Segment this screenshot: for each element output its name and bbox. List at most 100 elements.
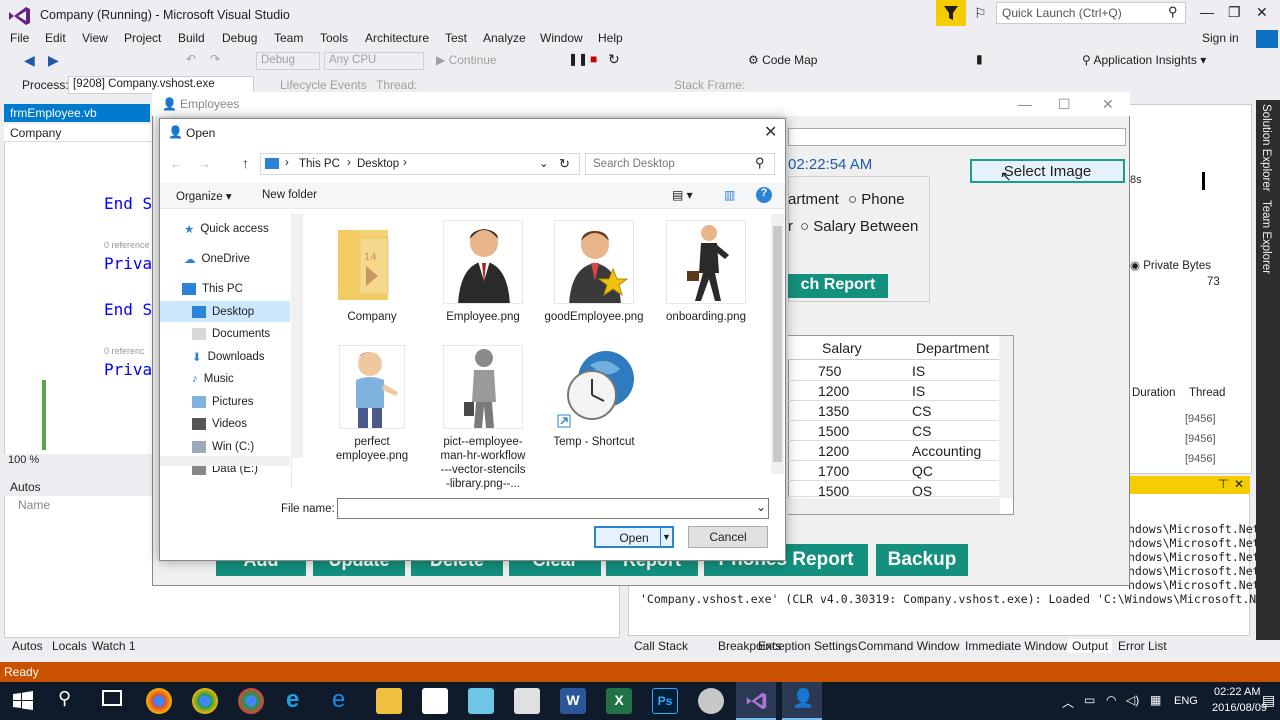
document-tab-frmemployee[interactable]: frmEmployee.vb xyxy=(4,104,150,122)
edge-icon[interactable]: e xyxy=(332,686,345,714)
minimize-icon[interactable]: — xyxy=(1200,4,1214,20)
up-icon[interactable]: ↑ xyxy=(242,155,249,171)
close-icon[interactable]: ✕ xyxy=(1102,96,1114,113)
menu-analyze[interactable]: Analyze xyxy=(483,31,526,45)
close-icon[interactable]: ✕ xyxy=(1234,477,1244,491)
code-navigation-bar[interactable]: Company xyxy=(4,124,154,142)
file-item-employee-png[interactable]: Employee.png xyxy=(429,220,537,324)
photoshop-icon[interactable]: Ps xyxy=(652,688,678,714)
preview-pane-icon[interactable]: ▥ xyxy=(724,188,735,202)
feedback-funnel-icon[interactable] xyxy=(936,0,966,26)
chevron-down-icon[interactable]: ⌄ xyxy=(756,500,766,514)
word-icon[interactable]: W xyxy=(560,688,586,714)
tab-watch-1[interactable]: Watch 1 xyxy=(92,639,136,653)
refresh-icon[interactable]: ↻ xyxy=(559,156,570,172)
file-name-input[interactable] xyxy=(337,498,769,519)
menu-edit[interactable]: Edit xyxy=(45,31,66,45)
tab-command-window[interactable]: Command Window xyxy=(858,639,959,653)
forward-icon[interactable]: → xyxy=(198,156,211,171)
table-row[interactable]: 1500 OS xyxy=(788,481,1000,497)
solution-platform-select[interactable]: Any CPU xyxy=(324,52,424,70)
nav-pictures[interactable]: Pictures xyxy=(192,392,254,412)
menu-help[interactable]: Help xyxy=(598,31,623,45)
file-item-company[interactable]: 14 Company xyxy=(318,220,426,324)
file-item-onboarding-png[interactable]: onboarding.png xyxy=(652,220,760,324)
restore-icon[interactable]: ❐ xyxy=(1228,4,1241,21)
chevron-right-icon[interactable]: › xyxy=(347,157,351,169)
menu-project[interactable]: Project xyxy=(124,31,161,45)
help-icon[interactable]: ? xyxy=(756,187,772,203)
autos-column-name[interactable]: Name xyxy=(18,498,50,512)
menu-architecture[interactable]: Architecture xyxy=(365,31,429,45)
close-icon[interactable]: ✕ xyxy=(1256,4,1268,21)
nav-onedrive[interactable]: ☁ OneDrive xyxy=(184,249,250,269)
search-icon[interactable]: ⚲ xyxy=(58,688,71,709)
tab-team-explorer[interactable]: Team Explorer xyxy=(1260,200,1272,274)
tab-immediate-window[interactable]: Immediate Window xyxy=(965,639,1067,653)
menu-view[interactable]: View xyxy=(82,31,108,45)
grid-header-department[interactable]: Department xyxy=(916,340,989,356)
menu-debug[interactable]: Debug xyxy=(222,31,257,45)
chrome-icon[interactable] xyxy=(146,688,172,714)
menu-build[interactable]: Build xyxy=(178,31,205,45)
tab-error-list[interactable]: Error List xyxy=(1118,639,1167,653)
close-icon[interactable]: ✕ xyxy=(764,122,777,142)
table-row[interactable]: 1500 CS xyxy=(788,421,1000,441)
chevron-right-icon[interactable]: › xyxy=(403,157,407,169)
clock-date[interactable]: 2016/08/09 xyxy=(1212,702,1267,714)
language-indicator[interactable]: ENG xyxy=(1174,695,1198,707)
excel-icon[interactable]: X xyxy=(606,688,632,714)
files-scrollbar[interactable] xyxy=(771,214,784,474)
nav-documents[interactable]: Documents xyxy=(192,324,270,344)
application-insights-button[interactable]: ⚲ Application Insights ▾ xyxy=(1082,53,1206,67)
chevron-down-icon[interactable]: ⌄ xyxy=(539,156,549,170)
breadcrumb-this-pc[interactable]: This PC xyxy=(299,158,340,170)
form-text-field[interactable] xyxy=(788,128,1126,146)
grid-vertical-scrollbar[interactable] xyxy=(999,336,1013,498)
view-options-icon[interactable]: ▤ ▾ xyxy=(672,188,693,202)
continue-button[interactable]: ▶ Continue xyxy=(436,53,497,67)
tab-exception-settings[interactable]: Exception Settings xyxy=(758,639,857,653)
tab-call-stack[interactable]: Call Stack xyxy=(634,639,688,653)
chevron-right-icon[interactable]: › xyxy=(285,157,289,169)
nav-this-pc[interactable]: This PC xyxy=(182,279,243,299)
sign-in-link[interactable]: Sign in xyxy=(1202,31,1239,45)
search-input[interactable]: Search Desktop xyxy=(585,153,775,175)
nav-music[interactable]: ♪ Music xyxy=(192,369,234,389)
solution-configuration-select[interactable]: Debug xyxy=(256,52,320,70)
file-item-temp-shortcut[interactable]: Temp - Shortcut xyxy=(540,345,648,449)
tab-autos[interactable]: Autos xyxy=(12,639,43,653)
minimize-icon[interactable]: — xyxy=(1018,96,1032,112)
quick-launch-input[interactable]: Quick Launch (Ctrl+Q) xyxy=(996,2,1186,24)
tab-output[interactable]: Output xyxy=(1068,639,1113,653)
notes-icon[interactable] xyxy=(468,688,494,714)
organize-button[interactable]: Organize ▾ xyxy=(176,189,232,203)
tab-locals[interactable]: Locals xyxy=(52,639,87,653)
task-view-icon[interactable] xyxy=(102,690,122,706)
store-icon[interactable] xyxy=(422,688,448,714)
windows-start-icon[interactable] xyxy=(12,690,34,712)
file-item-pict-employee-png[interactable]: pict--employee-man-hr-workflow---vector-… xyxy=(429,345,537,491)
app-icon[interactable] xyxy=(698,688,724,714)
network-icon[interactable]: ▭ xyxy=(1084,693,1095,707)
events-col-duration[interactable]: Duration xyxy=(1132,387,1175,399)
backup-button[interactable]: Backup xyxy=(876,544,968,576)
cancel-button[interactable]: Cancel xyxy=(688,526,768,548)
nav-desktop[interactable]: Desktop xyxy=(192,302,254,322)
keyboard-icon[interactable]: ▦ xyxy=(1150,693,1161,707)
nav-videos[interactable]: Videos xyxy=(192,414,247,434)
forward-icon[interactable]: ▶ xyxy=(48,52,59,69)
code-map-button[interactable]: ⚙ Code Map xyxy=(748,53,817,67)
search-report-button[interactable]: ch Report xyxy=(788,274,888,298)
file-explorer-icon[interactable] xyxy=(376,688,402,714)
open-split-arrow[interactable]: ▼ xyxy=(660,528,672,546)
grid-horizontal-scrollbar[interactable] xyxy=(788,498,1000,514)
code-reference-hint[interactable]: 0 referenc xyxy=(104,346,145,356)
chrome-icon[interactable] xyxy=(238,688,264,714)
new-folder-button[interactable]: New folder xyxy=(262,189,317,201)
bookmark-icon[interactable]: ▮ xyxy=(976,52,983,66)
back-icon[interactable]: ◀ xyxy=(24,52,35,69)
code-reference-hint[interactable]: 0 reference xyxy=(104,240,150,250)
breadcrumb-desktop[interactable]: Desktop xyxy=(357,158,399,170)
table-row[interactable]: 1350 CS xyxy=(788,401,1000,421)
